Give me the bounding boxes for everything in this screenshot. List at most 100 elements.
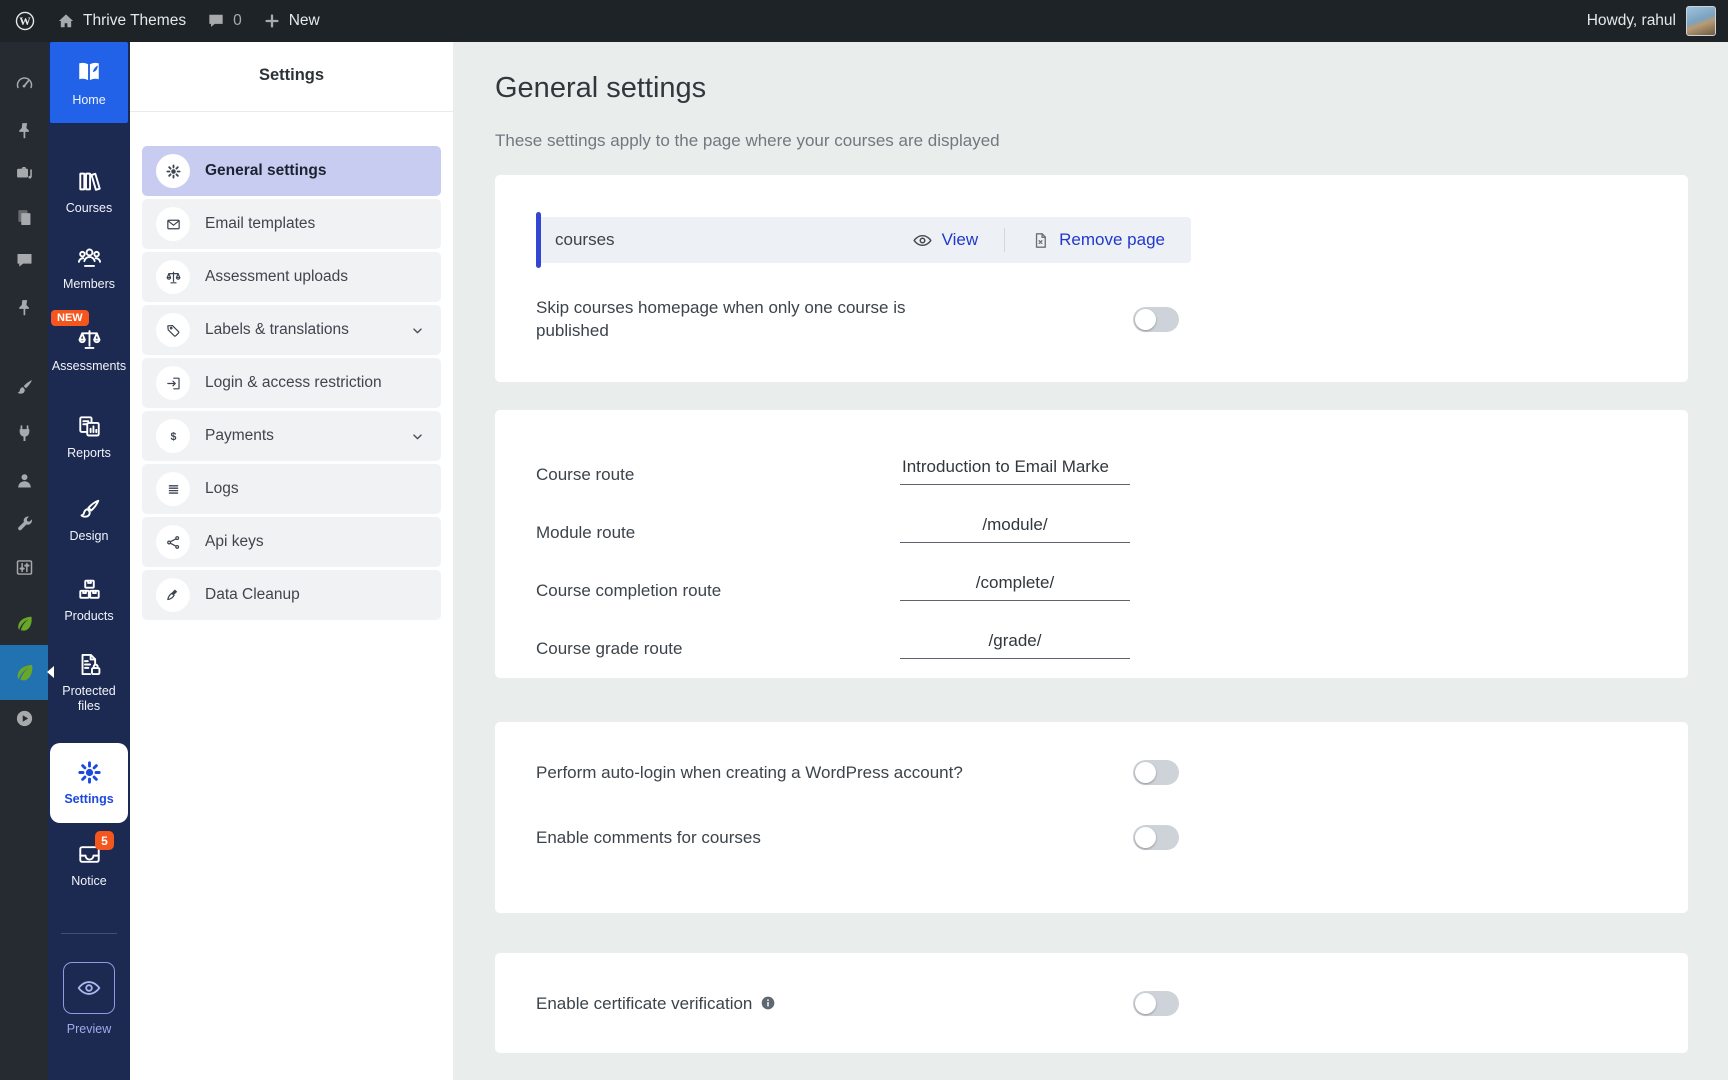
sidebar-item-label: Products — [64, 609, 114, 623]
menu-item-label: Labels & translations — [205, 321, 349, 338]
auto-login-toggle[interactable] — [1133, 760, 1179, 785]
scales-icon — [156, 260, 190, 294]
wp-menu-tools[interactable] — [0, 506, 48, 540]
menu-item-label: Payments — [205, 427, 274, 444]
menu-item-api-keys[interactable]: Api keys — [142, 517, 441, 567]
boxes-icon — [76, 576, 103, 603]
site-menu[interactable]: Thrive Themes — [56, 11, 186, 31]
menu-item-label: Assessment uploads — [205, 268, 349, 285]
sidebar-item-label: Members — [62, 277, 116, 291]
course-route-label: Course route — [536, 464, 635, 484]
plug-icon — [14, 423, 35, 444]
menu-item-data-cleanup[interactable]: Data Cleanup — [142, 570, 441, 620]
new-content-menu[interactable]: New — [262, 11, 320, 31]
sidebar-item-settings[interactable]: Settings — [50, 743, 128, 823]
wp-menu-pages[interactable] — [0, 200, 48, 234]
sidebar-item-label: Assessments — [51, 359, 127, 373]
sidebar-item-assessments[interactable]: NEW Assessments — [48, 310, 130, 374]
wp-menu-plugins[interactable] — [0, 416, 48, 450]
comments-icon — [14, 250, 35, 271]
sliders-icon — [14, 557, 35, 578]
menu-item-login-access[interactable]: Login & access restriction — [142, 358, 441, 408]
chevron-down-icon — [409, 322, 426, 339]
document-x-icon — [1031, 231, 1050, 250]
menu-item-label: Data Cleanup — [205, 586, 300, 603]
tag-icon — [156, 313, 190, 347]
panel-divider — [130, 111, 453, 112]
menu-item-logs[interactable]: Logs — [142, 464, 441, 514]
home-icon — [56, 11, 76, 31]
routes-card: Course route Module route Course complet… — [495, 410, 1688, 678]
pushpin-icon — [14, 120, 35, 141]
courses-page-card: courses View Remove page Skip courses ho… — [495, 175, 1688, 382]
sidebar-item-notice[interactable]: 5 Notice — [48, 831, 130, 889]
grade-route-row: Course grade route — [536, 628, 1179, 668]
books-icon — [76, 168, 103, 195]
wp-menu-comments[interactable] — [0, 243, 48, 277]
sidebar-item-members[interactable]: Members — [48, 244, 130, 292]
wp-menu-media[interactable] — [0, 156, 48, 190]
module-route-input[interactable] — [900, 515, 1130, 543]
info-icon[interactable] — [760, 995, 776, 1011]
comment-count: 0 — [233, 12, 242, 29]
book-icon — [74, 57, 104, 87]
play-icon — [14, 708, 35, 729]
gear-icon — [156, 154, 190, 188]
preview-label: Preview — [66, 1022, 112, 1036]
sidebar-item-label: Notice — [71, 874, 107, 888]
remove-page-link[interactable]: Remove page — [1031, 230, 1165, 250]
sidebar-item-label: Home — [72, 93, 106, 107]
menu-item-label: General settings — [205, 162, 327, 179]
menu-item-assessment-uploads[interactable]: Assessment uploads — [142, 252, 441, 302]
sidebar-item-home[interactable]: Home — [50, 42, 128, 123]
view-page-link[interactable]: View — [912, 230, 978, 251]
wp-menu-settings[interactable] — [0, 550, 48, 584]
sidebar-item-design[interactable]: Design — [48, 496, 130, 544]
leaf-icon — [14, 613, 35, 634]
grade-route-input[interactable] — [900, 631, 1130, 659]
wp-menu-dashboard[interactable] — [0, 66, 48, 100]
wp-menu-thrive-apprentice-active[interactable] — [0, 645, 48, 700]
sidebar-item-products[interactable]: Products — [48, 576, 130, 624]
wp-menu-posts[interactable] — [0, 113, 48, 147]
wordpress-logo-icon[interactable]: W — [14, 10, 36, 32]
scales-icon — [76, 326, 103, 353]
menu-item-general-settings[interactable]: General settings — [142, 146, 441, 196]
sidebar-item-protected-files[interactable]: Protected files — [48, 651, 130, 714]
menu-item-email-templates[interactable]: Email templates — [142, 199, 441, 249]
courses-page-row: courses View Remove page — [536, 212, 1191, 268]
comments-menu[interactable]: 0 — [206, 11, 242, 31]
eye-icon — [912, 230, 933, 251]
avatar[interactable] — [1686, 6, 1716, 36]
auto-login-row: Perform auto-login when creating a WordP… — [536, 760, 1179, 785]
certificate-card: Enable certificate verification — [495, 953, 1688, 1053]
dashboard-icon — [14, 73, 35, 94]
menu-item-label: Login & access restriction — [205, 374, 382, 391]
pages-icon — [14, 207, 35, 228]
sidebar-item-label: Reports — [67, 446, 111, 460]
completion-route-input[interactable] — [900, 573, 1130, 601]
apprentice-sidebar: Home Courses Members NEW Assessments Rep… — [47, 42, 130, 1080]
wp-admin-sidebar — [0, 42, 48, 1080]
wp-menu-video[interactable] — [0, 701, 48, 735]
menu-item-payments[interactable]: $ Payments — [142, 411, 441, 461]
enable-comments-toggle[interactable] — [1133, 825, 1179, 850]
completion-route-row: Course completion route — [536, 570, 1179, 610]
skip-homepage-toggle[interactable] — [1133, 306, 1179, 332]
howdy-account-menu[interactable]: Howdy, rahul — [1587, 12, 1676, 30]
preview-button[interactable]: Preview — [48, 962, 130, 1037]
sidebar-item-reports[interactable]: Reports — [48, 413, 130, 461]
grade-route-label: Course grade route — [536, 638, 683, 658]
course-route-input[interactable] — [900, 457, 1130, 485]
envelope-icon — [156, 207, 190, 241]
wp-menu-appearance[interactable] — [0, 370, 48, 404]
wp-menu-post-type[interactable] — [0, 290, 48, 324]
menu-item-labels-translations[interactable]: Labels & translations — [142, 305, 441, 355]
sidebar-item-courses[interactable]: Courses — [48, 168, 130, 216]
gear-icon — [76, 759, 103, 786]
wp-menu-thrive-dashboard[interactable] — [0, 606, 48, 640]
wrench-icon — [14, 513, 35, 534]
sidebar-item-label: Courses — [65, 201, 113, 215]
certificate-toggle[interactable] — [1133, 990, 1179, 1016]
wp-menu-users[interactable] — [0, 463, 48, 497]
